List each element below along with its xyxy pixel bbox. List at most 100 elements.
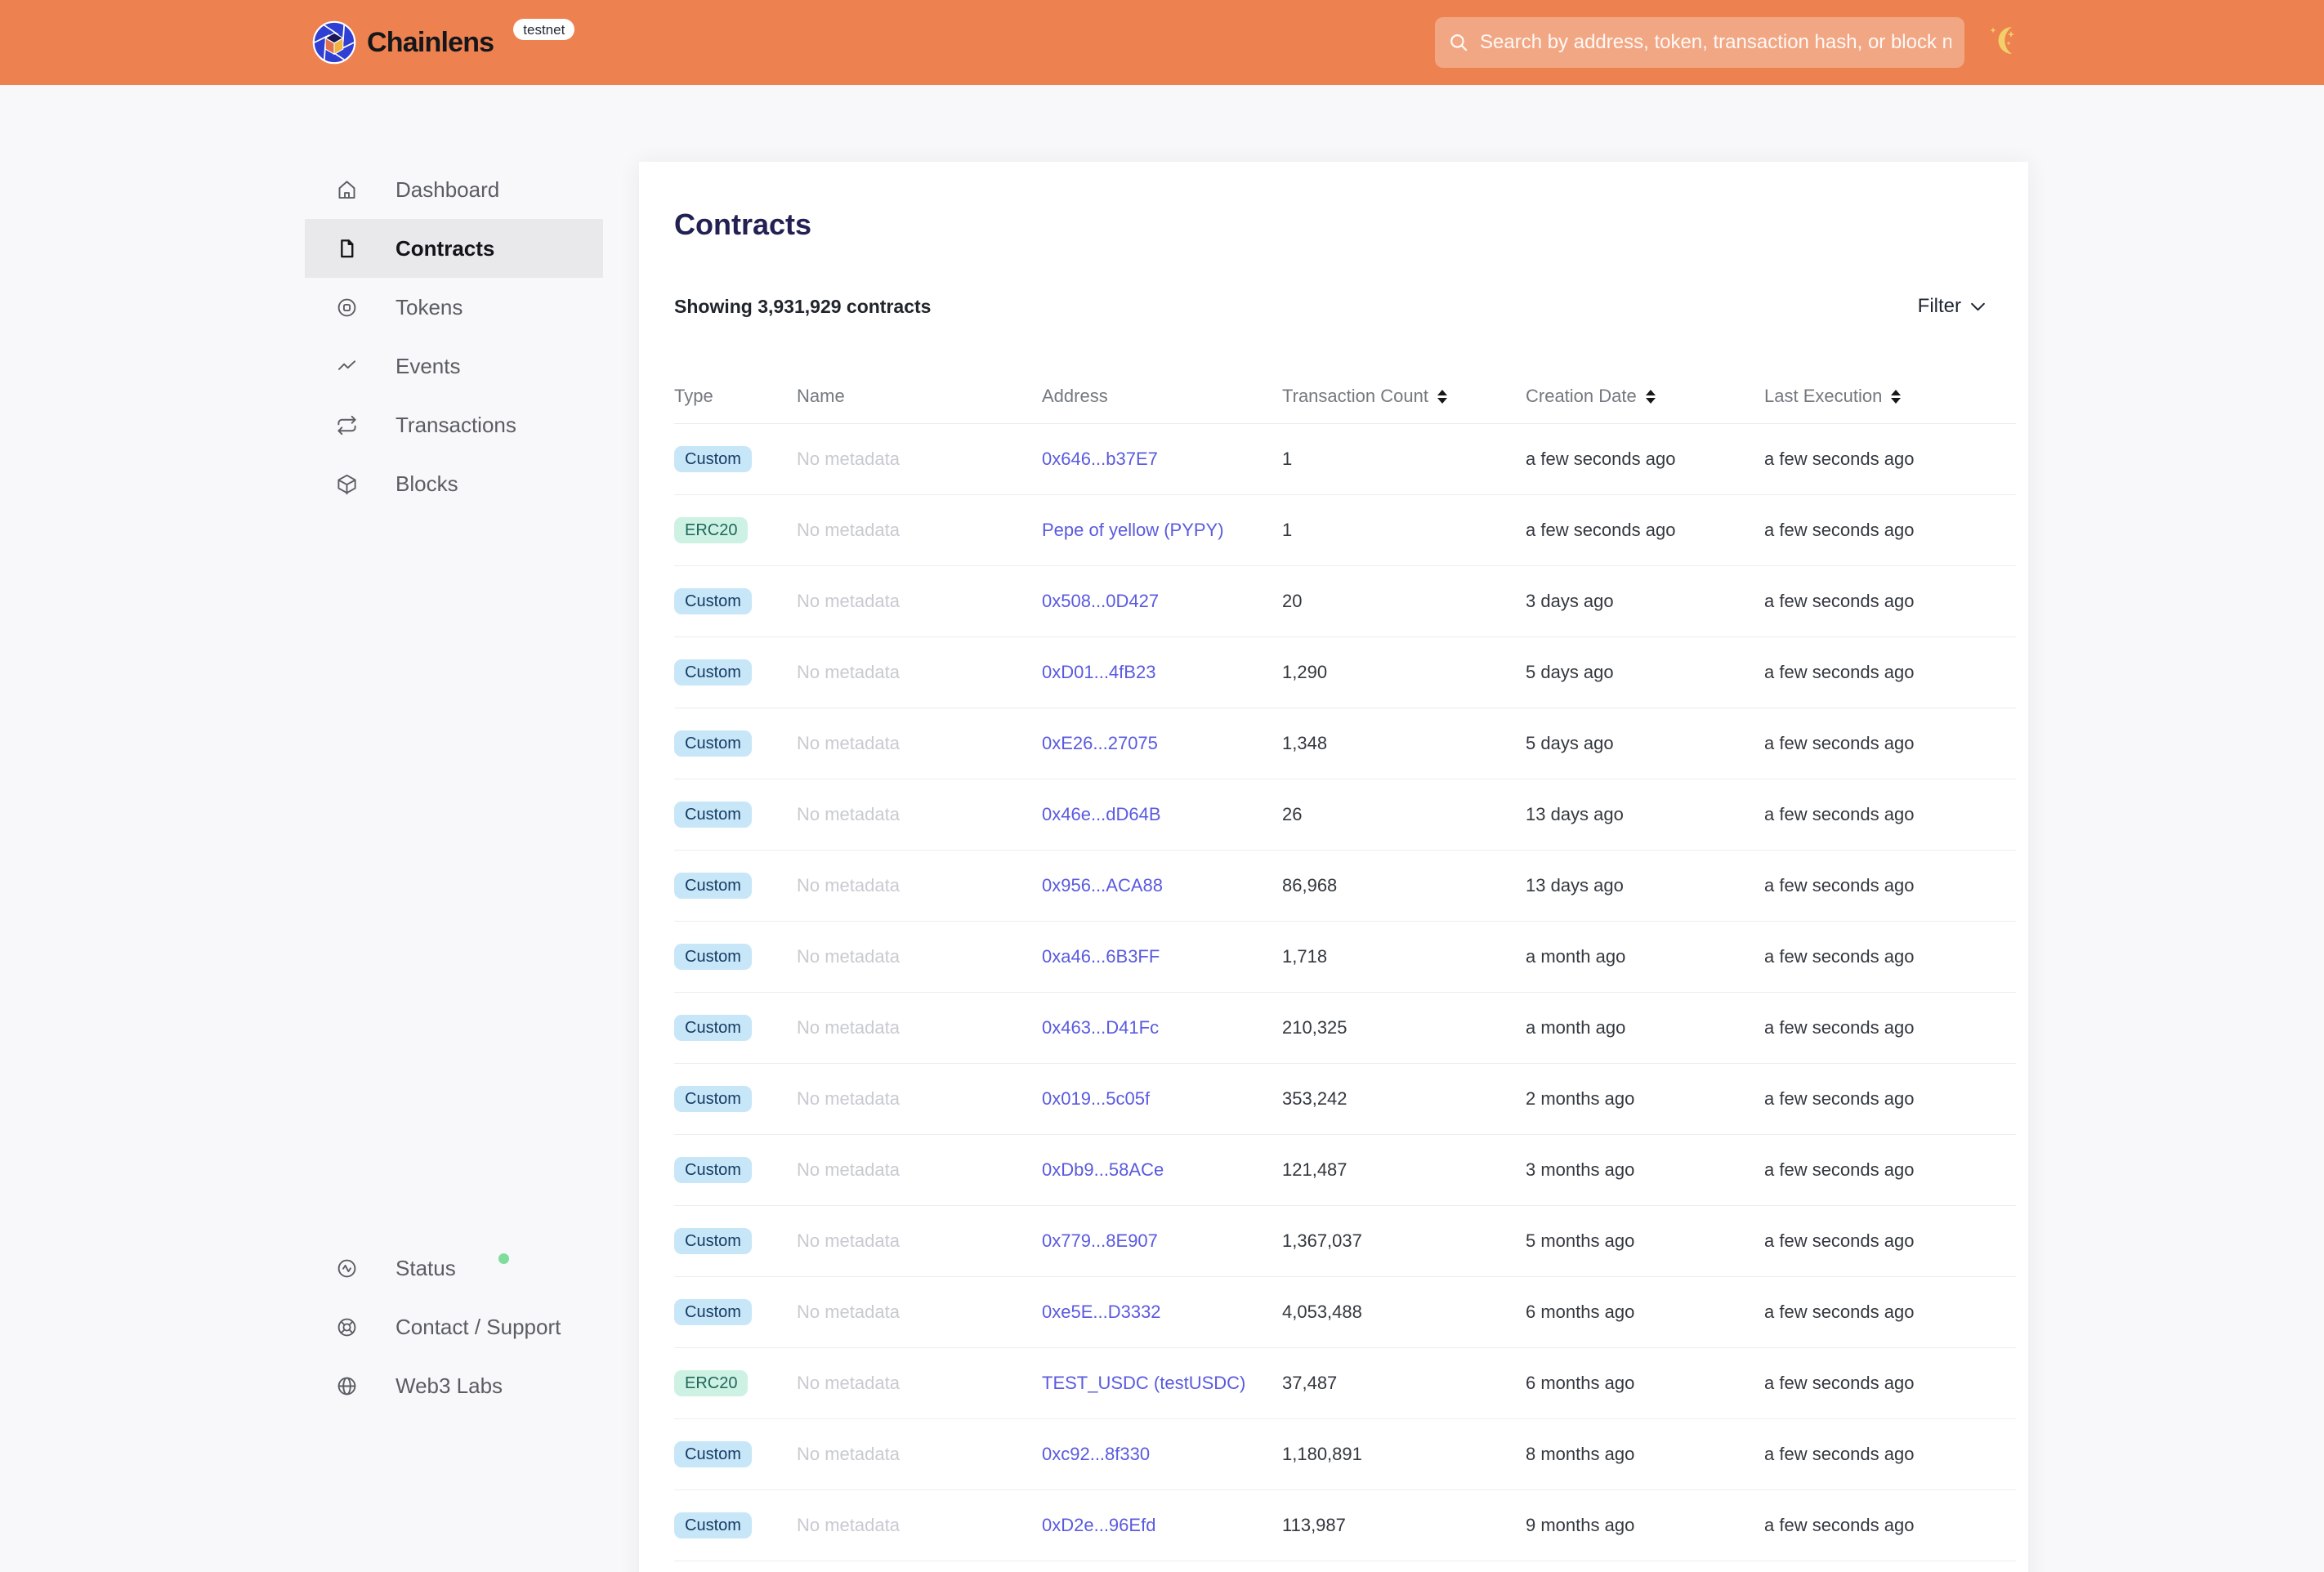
- name-cell: No metadata: [797, 662, 900, 682]
- sidebar-item-tokens[interactable]: Tokens: [305, 278, 603, 337]
- sidebar-item-contact-support[interactable]: Contact / Support: [305, 1297, 603, 1356]
- type-cell: ERC20: [674, 1370, 797, 1396]
- contract-address-link[interactable]: 0x019...5c05f: [1042, 1088, 1150, 1109]
- name-cell: No metadata: [797, 1159, 900, 1180]
- contract-address-link[interactable]: 0x779...8E907: [1042, 1230, 1158, 1251]
- sidebar-item-label: Blocks: [396, 471, 458, 496]
- creation-date-cell: 6 months ago: [1526, 1373, 1635, 1393]
- sidebar-item-events[interactable]: Events: [305, 337, 603, 395]
- address-cell: 0x46e...dD64B: [1042, 804, 1282, 825]
- table-row: Custom No metadata 0x46e...dD64B 26 13 days …: [674, 779, 2016, 851]
- search-icon: [1450, 34, 1468, 51]
- brand[interactable]: Chainlens testnet: [312, 0, 575, 85]
- name-cell: No metadata: [797, 591, 900, 611]
- transaction-count-cell: 1,290: [1282, 662, 1328, 682]
- search-bar[interactable]: [1435, 17, 1964, 68]
- address-cell: 0x508...0D427: [1042, 591, 1282, 612]
- address-cell: 0x956...ACA88: [1042, 875, 1282, 896]
- type-badge: Custom: [674, 588, 752, 614]
- filter-button[interactable]: Filter: [1918, 295, 1986, 318]
- sidebar-item-web3-labs[interactable]: Web3 Labs: [305, 1356, 603, 1415]
- summary-row: Showing 3,931,929 contracts Filter: [674, 292, 1986, 321]
- sort-icon[interactable]: [1437, 389, 1447, 404]
- dark-mode-toggle[interactable]: [1989, 21, 2028, 60]
- table-row: Custom No metadata 0x646...b37E7 1 a few sec…: [674, 424, 2016, 495]
- creation-date-cell: 5 days ago: [1526, 733, 1614, 753]
- sidebar-item-dashboard[interactable]: Dashboard: [305, 160, 603, 219]
- contract-address-link[interactable]: 0xD2e...96Efd: [1042, 1515, 1155, 1535]
- type-badge: Custom: [674, 1299, 752, 1325]
- type-cell: Custom: [674, 1157, 797, 1183]
- contract-address-link[interactable]: 0xE26...27075: [1042, 733, 1158, 753]
- column-header-transaction-count[interactable]: Transaction Count: [1282, 386, 1526, 407]
- column-header-last-execution[interactable]: Last Execution: [1764, 386, 2016, 407]
- type-badge: Custom: [674, 873, 752, 899]
- globe-icon: [337, 1377, 356, 1395]
- creation-date-cell: 3 months ago: [1526, 1159, 1635, 1180]
- name-cell: No metadata: [797, 520, 900, 540]
- address-cell: Pepe of yellow (PYPY): [1042, 520, 1282, 541]
- type-badge: Custom: [674, 446, 752, 472]
- transaction-count-cell: 1,367,037: [1282, 1230, 1362, 1251]
- transaction-count-cell: 1: [1282, 520, 1293, 540]
- type-badge: Custom: [674, 1086, 752, 1112]
- last-execution-cell: a few seconds ago: [1764, 875, 1915, 895]
- contracts-panel: Contracts Showing 3,931,929 contracts Fi…: [639, 162, 2028, 1572]
- contract-address-link[interactable]: Pepe of yellow (PYPY): [1042, 520, 1224, 540]
- contract-address-link[interactable]: TEST_USDC (testUSDC): [1042, 1373, 1245, 1393]
- table-row: Custom No metadata 0xD01...4fB23 1,290 5 day…: [674, 637, 2016, 708]
- table-body: Custom No metadata 0x646...b37E7 1 a few sec…: [674, 424, 2016, 1561]
- last-execution-cell: a few seconds ago: [1764, 1230, 1915, 1251]
- transaction-count-cell: 86,968: [1282, 875, 1338, 895]
- name-cell: No metadata: [797, 1017, 900, 1038]
- name-cell: No metadata: [797, 1088, 900, 1109]
- contract-address-link[interactable]: 0xa46...6B3FF: [1042, 946, 1160, 967]
- address-cell: 0xE26...27075: [1042, 733, 1282, 754]
- last-execution-cell: a few seconds ago: [1764, 591, 1915, 611]
- app-header: Chainlens testnet: [0, 0, 2324, 85]
- sidebar-item-contracts[interactable]: Contracts: [305, 219, 603, 278]
- contract-address-link[interactable]: 0x463...D41Fc: [1042, 1017, 1159, 1038]
- transaction-count-cell: 121,487: [1282, 1159, 1347, 1180]
- table-row: Custom No metadata 0xD2e...96Efd 113,987 9 m…: [674, 1490, 2016, 1561]
- name-cell: No metadata: [797, 1444, 900, 1464]
- address-cell: 0xe5E...D3332: [1042, 1302, 1282, 1323]
- contract-address-link[interactable]: 0x956...ACA88: [1042, 875, 1163, 895]
- contract-address-link[interactable]: 0xe5E...D3332: [1042, 1302, 1161, 1322]
- type-cell: ERC20: [674, 517, 797, 543]
- sort-icon[interactable]: [1891, 389, 1902, 404]
- sort-icon[interactable]: [1645, 389, 1656, 404]
- address-cell: 0x463...D41Fc: [1042, 1017, 1282, 1038]
- contract-address-link[interactable]: 0xD01...4fB23: [1042, 662, 1155, 682]
- type-cell: Custom: [674, 446, 797, 472]
- sidebar-item-label: Tokens: [396, 294, 463, 319]
- creation-date-cell: 13 days ago: [1526, 804, 1624, 824]
- contract-address-link[interactable]: 0x46e...dD64B: [1042, 804, 1161, 824]
- table-row: Custom No metadata 0x956...ACA88 86,968 13 d…: [674, 851, 2016, 922]
- sidebar-item-transactions[interactable]: Transactions: [305, 395, 603, 454]
- sidebar-item-label: Contact / Support: [396, 1314, 561, 1339]
- type-cell: Custom: [674, 730, 797, 757]
- creation-date-cell: 2 months ago: [1526, 1088, 1635, 1109]
- type-cell: Custom: [674, 1299, 797, 1325]
- contract-address-link[interactable]: 0xc92...8f330: [1042, 1444, 1150, 1464]
- contract-address-link[interactable]: 0x646...b37E7: [1042, 449, 1158, 469]
- contract-address-link[interactable]: 0xDb9...58ACe: [1042, 1159, 1164, 1180]
- creation-date-cell: 5 months ago: [1526, 1230, 1635, 1251]
- sidebar-item-status[interactable]: Status: [305, 1239, 603, 1297]
- name-cell: No metadata: [797, 875, 900, 895]
- chainlens-logo-icon: [312, 20, 356, 65]
- table-row: ERC20 No metadata TEST_USDC (testUSDC) 37,4…: [674, 1348, 2016, 1419]
- file-icon: [341, 239, 354, 257]
- sidebar-item-blocks[interactable]: Blocks: [305, 454, 603, 513]
- search-input[interactable]: [1480, 31, 1951, 54]
- last-execution-cell: a few seconds ago: [1764, 733, 1915, 753]
- contract-address-link[interactable]: 0x508...0D427: [1042, 591, 1159, 611]
- last-execution-cell: a few seconds ago: [1764, 1017, 1915, 1038]
- last-execution-cell: a few seconds ago: [1764, 1373, 1915, 1393]
- type-badge: Custom: [674, 730, 752, 757]
- type-cell: Custom: [674, 1512, 797, 1539]
- name-cell: No metadata: [797, 1515, 900, 1535]
- sidebar-item-label: Transactions: [396, 412, 516, 437]
- column-header-creation-date[interactable]: Creation Date: [1526, 386, 1764, 407]
